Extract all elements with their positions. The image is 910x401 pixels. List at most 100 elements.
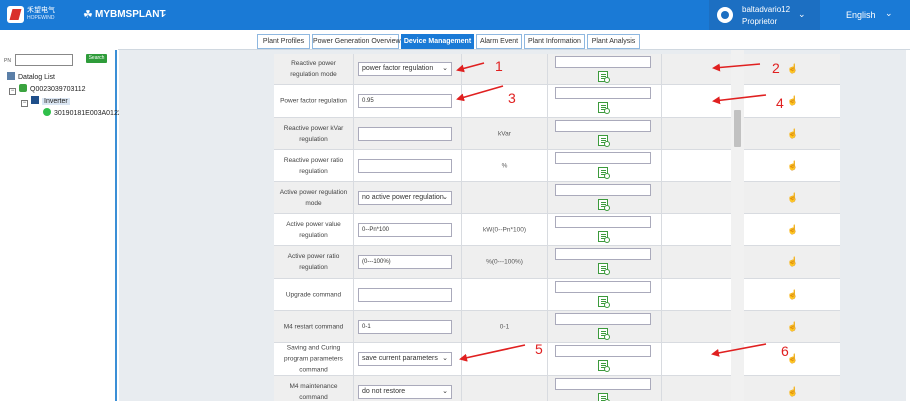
tab-plant-analysis[interactable]: Plant Analysis [587,34,640,49]
tree-item-device[interactable]: 30190181E003A0122B [43,108,126,118]
reactive-power-ratio-input[interactable] [358,158,452,173]
active-power-ratio-input[interactable]: (0---100%) [358,255,452,269]
hand-pointer-icon[interactable]: ☝ [787,192,798,203]
hand-pointer-icon[interactable]: ☝ [787,64,798,75]
read-document-icon[interactable] [598,167,610,179]
hand-pointer-icon[interactable]: ☝ [787,224,798,235]
pn-search-input[interactable] [15,54,73,66]
setting-label: M4 restart command [283,323,344,330]
chevron-down-icon[interactable]: ⌄ [798,9,806,20]
read-value-field [555,313,651,325]
chevron-down-icon[interactable]: ⌄ [885,8,893,19]
read-value-field [555,56,651,68]
tab-plant-profiles[interactable]: Plant Profiles [257,34,310,49]
m4-maintenance-select[interactable]: do not restore ⌄ [358,385,452,399]
read-value-field [555,378,651,390]
active-power-mode-select[interactable]: no active power regulation ⌄ [358,190,452,205]
hand-pointer-icon[interactable]: ☝ [787,96,798,107]
company-logo[interactable]: 禾望电气 HOPEWIND [7,6,63,23]
hand-pointer-icon[interactable]: ☝ [787,160,798,171]
table-row: M4 restart command 0-1 0-1 ☝ [274,311,840,343]
table-row: Reactive power regulation mode power fac… [274,54,840,85]
table-row: Active power ratio regulation (0---100%)… [274,246,840,279]
logo-text: 禾望电气 [27,7,55,14]
power-factor-input[interactable]: 0.95 [358,94,452,108]
device-settings-form: Reactive power regulation mode power fac… [274,54,840,401]
hand-pointer-icon[interactable]: ☝ [787,387,798,398]
logo-subtext: HOPEWIND [27,15,55,21]
chevron-down-icon: ⌄ [442,388,448,395]
setting-label: M4 maintenance command [289,383,338,401]
collapse-icon[interactable]: − [9,88,16,95]
setting-label: Reactive power ratio regulation [283,156,344,175]
setting-label: Reactive power regulation mode [290,60,337,78]
chevron-down-icon: ⌄ [442,193,448,201]
tree-item-datalog-list[interactable]: Datalog List [7,72,55,82]
plant-selector-label[interactable]: MYBMSPLANT [95,9,166,20]
inverter-icon [31,96,39,104]
setting-label: Upgrade command [285,291,342,298]
search-button[interactable]: Search [86,54,107,63]
annotation-number: 5 [535,341,543,357]
upgrade-command-input[interactable] [358,287,452,302]
tab-device-management[interactable]: Device Management [401,34,474,49]
active-power-value-input[interactable]: 0--Pn*100 [358,222,452,237]
unit-label: kW(0--Pn*100) [483,226,526,233]
plant-icon: ☘ [83,9,93,21]
read-document-icon[interactable] [598,102,610,114]
table-row: Power factor regulation 0.95 ☝ [274,85,840,118]
read-value-field [555,216,651,228]
read-document-icon[interactable] [598,360,610,372]
top-bar: 禾望电气 HOPEWIND ☘ MYBMSPLANT ⌄ baltadvario… [0,0,910,30]
setting-label: Power factor regulation [280,97,347,105]
annotation-number: 4 [776,95,784,111]
device-tree-panel: PN Search Datalog List − Q0023039703112 −… [0,50,126,401]
read-document-icon[interactable] [598,199,610,211]
logo-mark-icon [7,6,24,23]
tab-power-generation-overview[interactable]: Power Generation Overview [312,34,401,49]
setting-label: Saving and Curing program parameters com… [284,344,343,374]
read-document-icon[interactable] [598,263,610,275]
table-row: Saving and Curing program parameters com… [274,343,840,376]
pn-label: PN [4,58,11,64]
user-menu[interactable]: baltadvario12 Proprietor ⌄ [709,0,820,30]
unit-label: % [501,162,508,169]
table-row: Upgrade command ☝ [274,279,840,311]
m4-restart-input[interactable]: 0-1 [358,319,452,334]
tree-label: 30190181E003A0122B [54,110,127,117]
hand-pointer-icon[interactable]: ☝ [787,128,798,139]
setting-label: Reactive power kVar regulation [283,124,344,143]
read-document-icon[interactable] [598,296,610,308]
read-value-field [555,248,651,260]
annotation-number: 3 [508,90,516,106]
online-status-icon [43,108,51,116]
hand-pointer-icon[interactable]: ☝ [787,321,798,332]
tree-item-datalogger[interactable]: − Q0023039703112 [9,84,86,95]
tab-plant-information[interactable]: Plant Information [524,34,585,49]
read-document-icon[interactable] [598,71,610,83]
tab-alarm-event[interactable]: Alarm Event [476,34,522,49]
chevron-down-icon: ⌄ [442,355,448,362]
language-selector[interactable]: English [846,10,876,20]
read-document-icon[interactable] [598,328,610,340]
read-value-field [555,184,651,196]
chevron-down-icon[interactable]: ⌄ [160,8,168,19]
annotation-number: 6 [781,343,789,359]
table-row: Active power value regulation 0--Pn*100 … [274,214,840,246]
reactive-power-kvar-input[interactable] [358,126,452,141]
setting-label: Active power value regulation [286,220,341,239]
hand-pointer-icon[interactable]: ☝ [787,257,798,268]
read-document-icon[interactable] [598,231,610,243]
user-name: baltadvario12 [742,5,791,14]
read-document-icon[interactable] [598,393,610,401]
read-document-icon[interactable] [598,135,610,147]
reactive-power-mode-select[interactable]: power factor regulation ⌄ [358,62,452,76]
tree-item-inverter[interactable]: − Inverter [21,96,70,107]
table-row: Active power regulation mode no active p… [274,182,840,214]
chevron-down-icon: ⌄ [442,65,448,72]
vertical-scrollbar[interactable] [731,50,744,401]
collapse-icon[interactable]: − [21,100,28,107]
hand-pointer-icon[interactable]: ☝ [787,289,798,300]
scrollbar-thumb[interactable] [734,110,741,147]
save-parameters-select[interactable]: save current parameters ⌄ [358,352,452,366]
